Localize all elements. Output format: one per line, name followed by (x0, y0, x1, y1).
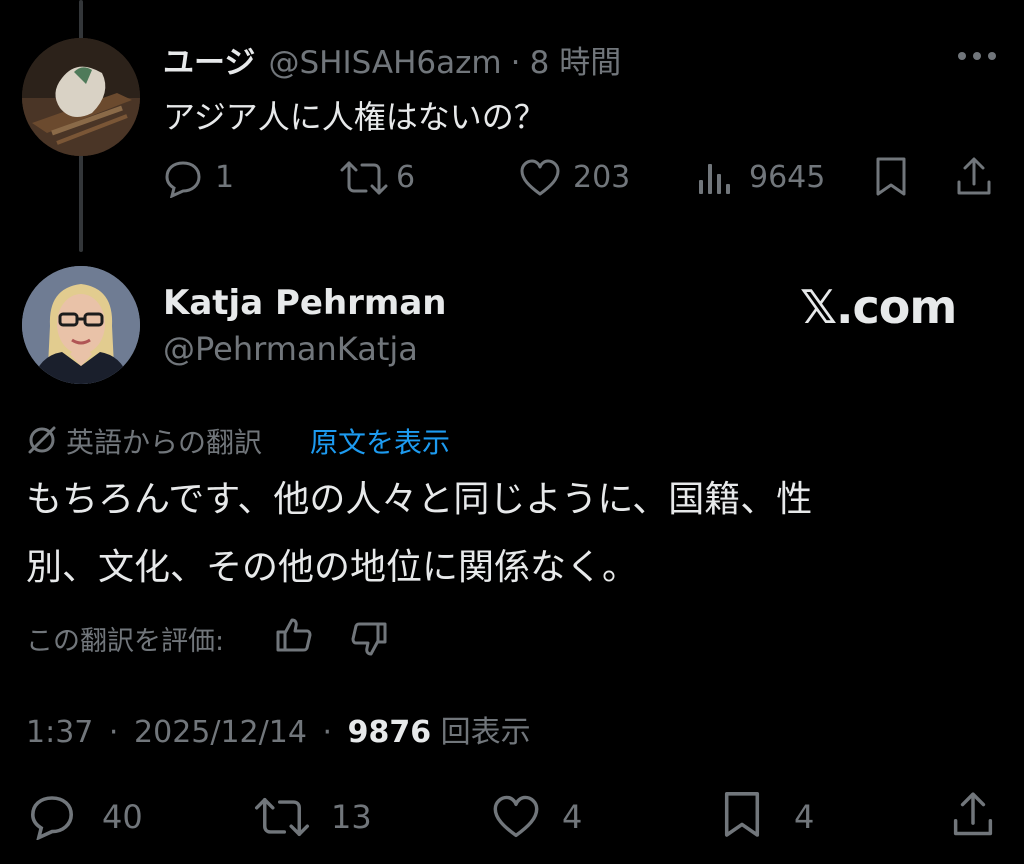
timestamp-separator-2: · (322, 715, 333, 750)
view-count: 9876 (347, 715, 432, 750)
parent-reply-count: 1 (215, 160, 235, 195)
heart-icon[interactable] (519, 158, 561, 198)
views-chart-icon[interactable] (697, 160, 733, 196)
repost-icon[interactable] (252, 794, 312, 840)
parent-display-name[interactable]: ユージ (163, 45, 255, 81)
main-tweet-text: もちろんです、他の人々と同じように、国籍、性 別、文化、その他の地位に関係なく。 (26, 466, 1006, 602)
parent-time[interactable]: 8 時間 (530, 45, 622, 81)
main-tweet-text-line2: 別、文化、その他の地位に関係なく。 (26, 547, 639, 588)
avatar-parent[interactable] (22, 38, 140, 156)
parent-handle[interactable]: @SHISAH6azm (268, 45, 501, 81)
thumbs-up-icon[interactable] (275, 616, 313, 654)
timestamp-separator-1: · (108, 715, 119, 750)
translation-label: 英語からの翻訳 (66, 426, 263, 459)
heart-icon[interactable] (491, 794, 541, 840)
main-repost-count: 13 (331, 798, 372, 836)
rate-translation-label: この翻訳を評価: (26, 626, 225, 657)
reply-icon[interactable] (163, 158, 203, 198)
translate-icon (26, 424, 58, 456)
parent-repost-count: 6 (396, 160, 416, 195)
parent-tweet-text: アジア人に人権はないの？ (163, 98, 546, 136)
parent-separator: · (510, 45, 521, 81)
main-reply-count: 40 (102, 798, 143, 836)
parent-view-count: 9645 (749, 160, 826, 195)
timestamp-row: 1:37 · 2025/12/14 · 9876 回表示 (26, 707, 531, 751)
main-bookmark-count: 4 (794, 798, 815, 836)
show-original-link[interactable]: 原文を表示 (310, 421, 450, 461)
tweet-time[interactable]: 1:37 (26, 715, 93, 750)
main-display-name[interactable]: Katja Pehrman (163, 283, 447, 323)
share-icon[interactable] (951, 790, 995, 840)
main-handle[interactable]: @PehrmanKatja (163, 330, 418, 368)
view-count-label: 回表示 (440, 715, 531, 750)
x-com-watermark: 𝕏.com (800, 280, 957, 334)
thumbs-down-icon[interactable] (350, 620, 388, 658)
share-icon[interactable] (955, 156, 993, 198)
reply-icon[interactable] (28, 792, 76, 840)
avatar-main[interactable] (22, 266, 140, 384)
more-icon[interactable] (956, 46, 998, 66)
tweet-date[interactable]: 2025/12/14 (134, 715, 307, 750)
bookmark-icon[interactable] (722, 790, 762, 840)
repost-icon[interactable] (338, 158, 390, 198)
main-tweet-text-line1: もちろんです、他の人々と同じように、国籍、性 (26, 479, 813, 520)
parent-header: ユージ @SHISAH6azm · 8 時間 (163, 37, 621, 82)
bookmark-icon[interactable] (874, 156, 908, 198)
main-like-count: 4 (562, 798, 583, 836)
parent-like-count: 203 (573, 160, 631, 195)
